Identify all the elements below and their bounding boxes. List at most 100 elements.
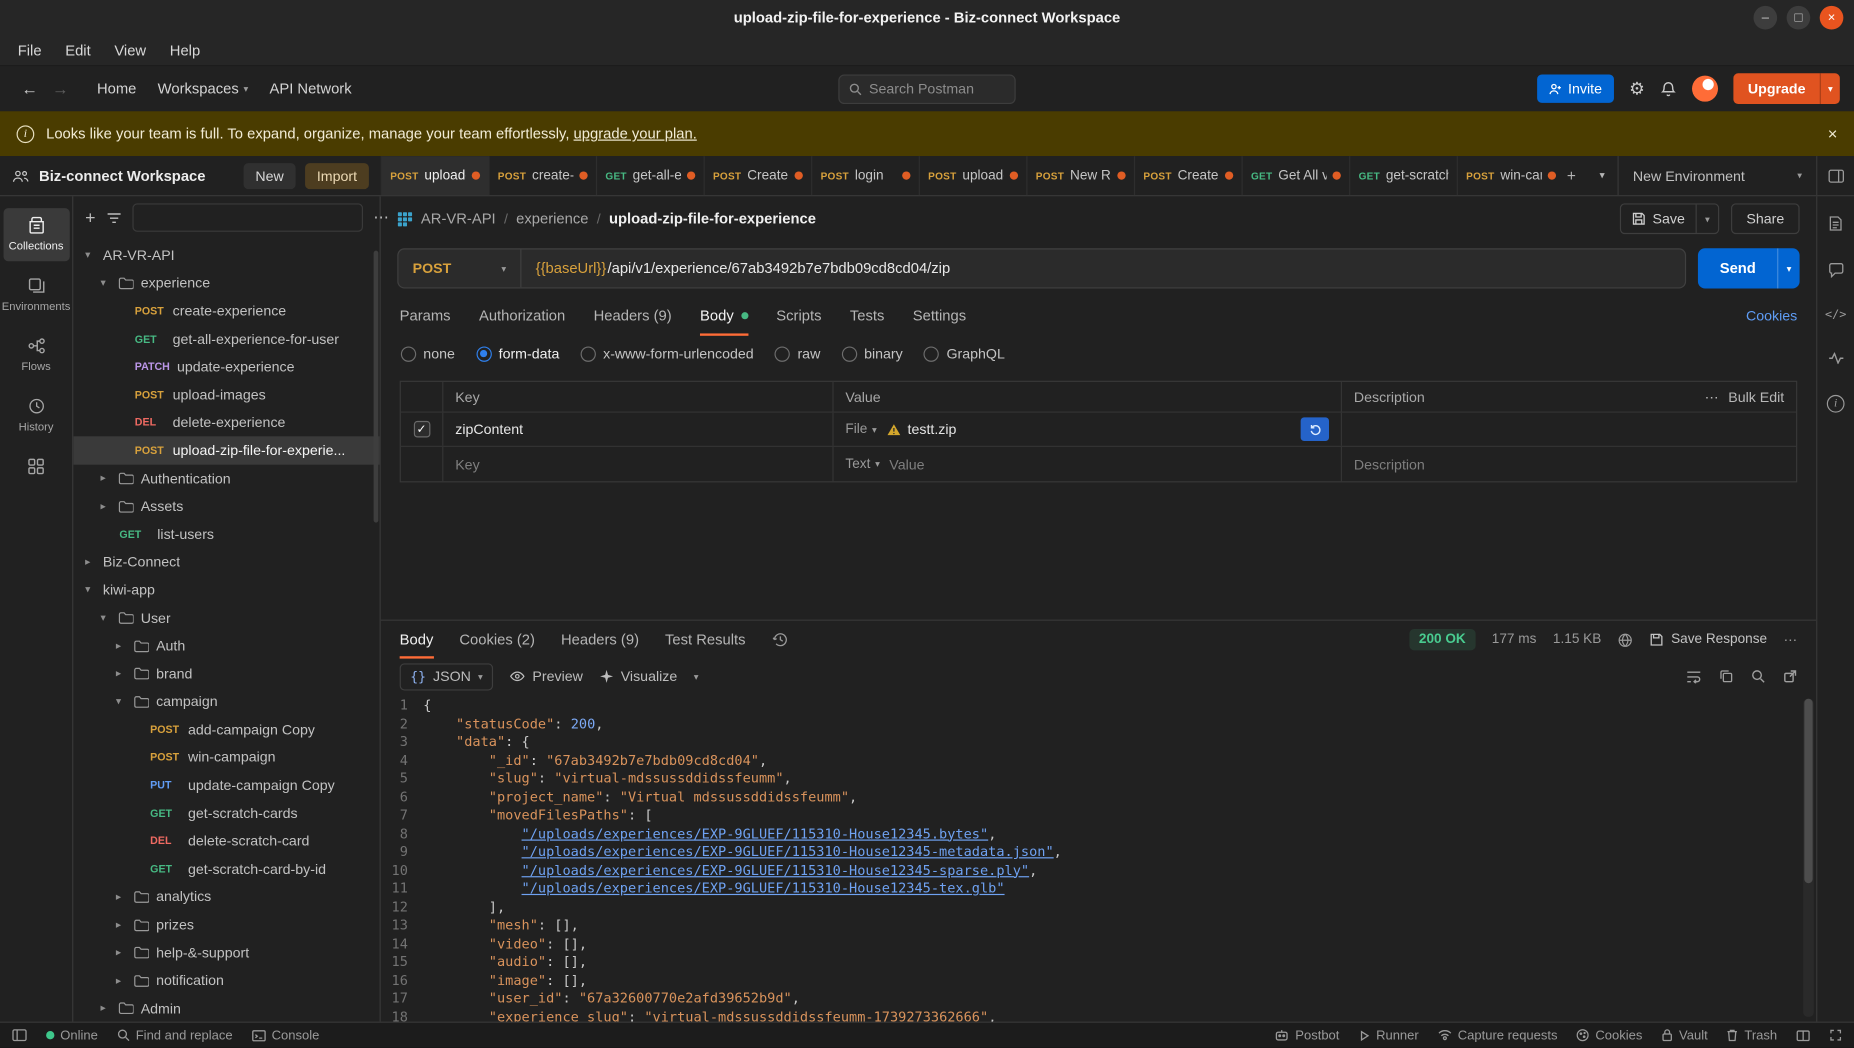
upgrade-button[interactable]: Upgrade ▾ <box>1734 73 1840 104</box>
capture-requests-button[interactable]: Capture requests <box>1438 1028 1558 1042</box>
tree-collection-biz-connect[interactable]: ▸Biz-Connect <box>73 548 379 576</box>
breadcrumb-collection[interactable]: AR-VR-API <box>421 210 496 227</box>
tree-folder-notification[interactable]: ▸notification <box>73 967 379 995</box>
open-tab[interactable]: GETget-scratch <box>1350 156 1458 195</box>
tree-request-upload-zip-file-for-experie[interactable]: POSTupload-zip-file-for-experie... <box>73 436 379 464</box>
response-tab-test-results[interactable]: Test Results <box>665 621 746 659</box>
search-collections-input[interactable] <box>132 203 363 231</box>
url-input[interactable]: {{baseUrl}} /api/v1/experience/67ab3492b… <box>521 249 1685 287</box>
send-caret-icon[interactable]: ▾ <box>1777 248 1799 288</box>
tree-request-delete-scratch-card[interactable]: DELdelete-scratch-card <box>73 827 379 855</box>
checkbox-checked-icon[interactable]: ✓ <box>413 421 430 438</box>
tree-folder-auth[interactable]: ▸Auth <box>73 632 379 660</box>
comments-icon[interactable] <box>1827 262 1844 277</box>
response-file-link[interactable]: "/uploads/experiences/EXP-9GLUEF/115310-… <box>522 861 1030 878</box>
share-button[interactable]: Share <box>1731 203 1800 234</box>
runner-button[interactable]: Runner <box>1358 1028 1418 1042</box>
console-button[interactable]: Console <box>252 1028 320 1042</box>
tree-folder-prizes[interactable]: ▸prizes <box>73 911 379 939</box>
open-tab[interactable]: POSTcreate-ex <box>490 156 598 195</box>
environment-selector[interactable]: New Environment ▾ <box>1618 156 1817 195</box>
key-cell-placeholder[interactable]: Key <box>443 447 833 481</box>
upgrade-plan-link[interactable]: upgrade your plan. <box>574 125 697 142</box>
tree-request-get-scratch-cards[interactable]: GETget-scratch-cards <box>73 799 379 827</box>
breadcrumb-folder[interactable]: experience <box>516 210 588 227</box>
open-tab[interactable]: POSTupload-zi <box>382 156 490 195</box>
tree-request-list-users[interactable]: GETlist-users <box>73 520 379 548</box>
tab-headers[interactable]: Headers (9) <box>594 296 672 336</box>
nav-workspaces[interactable]: Workspaces ▾ <box>158 80 249 97</box>
invite-button[interactable]: Invite <box>1537 74 1613 102</box>
value-cell-placeholder[interactable]: Text▾ Value <box>834 447 1342 481</box>
rail-more-tools-icon[interactable] <box>3 449 69 483</box>
mode-graphql[interactable]: GraphQL <box>924 345 1005 362</box>
search-response-icon[interactable] <box>1751 669 1765 683</box>
tree-collection-kiwi-app[interactable]: ▾kiwi-app <box>73 576 379 604</box>
maximize-button[interactable]: □ <box>1787 6 1811 30</box>
environment-quick-look-icon[interactable] <box>1816 156 1854 195</box>
mode-form-data[interactable]: form-data <box>476 345 559 362</box>
tree-request-upload-images[interactable]: POSTupload-images <box>73 381 379 409</box>
gear-icon[interactable]: ⚙ <box>1629 78 1645 99</box>
open-tab[interactable]: GETget-all-exp <box>597 156 705 195</box>
filter-icon[interactable] <box>106 211 121 224</box>
open-tab[interactable]: POSTlogin <box>812 156 920 195</box>
search-input[interactable] <box>869 80 1005 97</box>
documentation-icon[interactable] <box>1828 215 1843 232</box>
mode-none[interactable]: none <box>401 345 455 362</box>
open-tab[interactable]: POSTCreate Vid <box>1135 156 1243 195</box>
chevron-down-icon[interactable]: ▾ <box>1820 73 1840 104</box>
visualize-button[interactable]: Visualize <box>599 668 677 685</box>
scrollbar-thumb[interactable] <box>1804 699 1812 883</box>
copy-icon[interactable] <box>1719 669 1733 683</box>
tree-request-add-campaign-copy[interactable]: POSTadd-campaign Copy <box>73 715 379 743</box>
toggle-sidebar-icon[interactable] <box>12 1029 27 1042</box>
type-dropdown[interactable]: File▾ <box>845 422 876 436</box>
cookies-button[interactable]: Cookies <box>1576 1028 1642 1042</box>
workspace-name[interactable]: Biz-connect Workspace <box>39 167 205 184</box>
sidebar-more-icon[interactable]: ⋯ <box>373 208 388 227</box>
response-file-link[interactable]: "/uploads/experiences/EXP-9GLUEF/115310-… <box>522 880 1005 897</box>
tree-request-create-experience[interactable]: POSTcreate-experience <box>73 297 379 325</box>
tab-tests[interactable]: Tests <box>850 296 885 336</box>
menu-edit[interactable]: Edit <box>55 40 102 61</box>
wrap-lines-icon[interactable] <box>1686 670 1701 683</box>
save-response-button[interactable]: Save Response <box>1650 633 1767 647</box>
forward-icon[interactable]: → <box>45 79 76 98</box>
nav-home[interactable]: Home <box>97 80 136 97</box>
back-icon[interactable]: ← <box>14 79 45 98</box>
key-cell[interactable]: zipContent <box>443 413 833 446</box>
tab-params[interactable]: Params <box>400 296 451 336</box>
tab-settings[interactable]: Settings <box>913 296 966 336</box>
mode-x-www-form-urlencoded[interactable]: x-www-form-urlencoded <box>581 345 754 362</box>
response-more-icon[interactable]: ⋯ <box>1784 631 1798 648</box>
visualize-caret-icon[interactable]: ▾ <box>694 671 699 682</box>
menu-file[interactable]: File <box>7 40 52 61</box>
response-tab-cookies[interactable]: Cookies (2) <box>459 621 535 659</box>
value-cell[interactable]: File▾ testt.zip <box>834 413 1342 446</box>
split-view-icon[interactable] <box>1796 1029 1810 1041</box>
vault-button[interactable]: Vault <box>1661 1028 1707 1042</box>
rail-collections[interactable]: Collections <box>3 208 69 261</box>
open-tab[interactable]: POSTwin-camp <box>1458 156 1556 195</box>
rail-flows[interactable]: Flows <box>3 329 69 382</box>
response-body[interactable]: 1{2 "statusCode": 200,3 "data": {4 "_id"… <box>381 694 1816 1022</box>
tab-authorization[interactable]: Authorization <box>479 296 565 336</box>
open-tab[interactable]: POSTupload-im <box>920 156 1028 195</box>
rail-history[interactable]: History <box>3 389 69 442</box>
preview-button[interactable]: Preview <box>510 668 583 685</box>
tree-folder-campaign[interactable]: ▾campaign <box>73 688 379 716</box>
reselect-file-icon[interactable] <box>1301 417 1329 441</box>
minimize-button[interactable]: – <box>1753 6 1777 30</box>
add-collection-icon[interactable]: + <box>85 208 95 228</box>
open-tab[interactable]: POSTCreate Me <box>705 156 813 195</box>
new-button[interactable]: New <box>244 163 296 189</box>
response-scrollbar[interactable] <box>1803 699 1814 1017</box>
postman-avatar-icon[interactable] <box>1692 76 1718 102</box>
network-globe-icon[interactable] <box>1618 632 1633 647</box>
tree-folder-authentication[interactable]: ▸Authentication <box>73 464 379 492</box>
tree-folder-brand[interactable]: ▸brand <box>73 660 379 688</box>
format-select[interactable]: {} JSON ▾ <box>400 663 494 690</box>
save-button[interactable]: Save ▾ <box>1619 203 1719 234</box>
tab-body[interactable]: Body <box>700 296 748 336</box>
